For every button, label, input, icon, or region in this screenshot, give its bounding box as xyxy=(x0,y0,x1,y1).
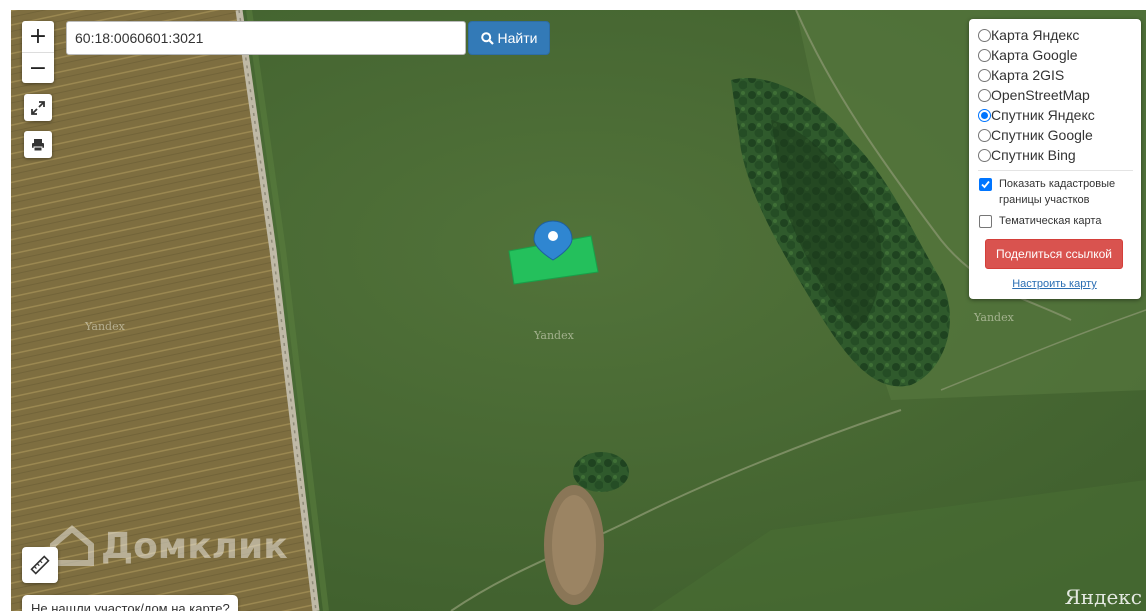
layer-radio[interactable] xyxy=(978,88,991,102)
search-button[interactable]: Найти xyxy=(468,21,550,55)
printer-icon xyxy=(32,138,44,151)
layer-radio[interactable] xyxy=(978,68,991,82)
cadastral-number-input[interactable]: 60:18:0060601:3021 xyxy=(66,21,466,55)
layer-radio[interactable] xyxy=(978,148,991,162)
map-watermark: Yandex xyxy=(974,311,1014,324)
ruler-icon xyxy=(30,555,50,575)
layer-list: Карта Яндекс Карта Google Карта 2GIS OpenSt… xyxy=(978,25,1131,165)
cadastral-borders-label: Показать кадастровые границы участков xyxy=(999,178,1116,206)
layer-label: Спутник Яндекс xyxy=(991,107,1095,123)
search-icon xyxy=(480,31,494,45)
map-watermark: Yandex xyxy=(534,329,574,342)
thematic-map-label: Тематическая карта xyxy=(999,215,1102,227)
checkmark-icon xyxy=(981,180,990,189)
layer-option[interactable]: Спутник Bing xyxy=(978,145,1131,165)
layer-option[interactable]: Карта Google xyxy=(978,45,1131,65)
cadastral-borders-checkbox[interactable] xyxy=(979,178,992,191)
not-found-prompt[interactable]: Не нашли участок/дом на карте? xyxy=(22,595,238,611)
layer-option[interactable]: Карта 2GIS xyxy=(978,65,1131,85)
expand-icon xyxy=(31,100,45,115)
layer-radio[interactable] xyxy=(978,128,991,142)
layer-panel: Карта Яндекс Карта Google Карта 2GIS OpenSt… xyxy=(969,19,1141,299)
thematic-map-option[interactable]: Тематическая карта xyxy=(978,213,1131,229)
divider xyxy=(978,170,1133,171)
zoom-out-button[interactable]: − xyxy=(22,52,54,83)
zoom-control: + − xyxy=(22,21,54,83)
ruler-button[interactable] xyxy=(22,547,58,583)
zoom-in-button[interactable]: + xyxy=(22,21,54,52)
brand-watermark: Домклик xyxy=(49,525,288,567)
layer-option[interactable]: Спутник Google xyxy=(978,125,1131,145)
thematic-map-checkbox[interactable] xyxy=(979,215,992,228)
layer-radio[interactable] xyxy=(978,48,991,62)
cadastral-borders-option[interactable]: Показать кадастровые границы участков xyxy=(978,176,1131,208)
fullscreen-button[interactable] xyxy=(24,94,52,121)
satellite-map[interactable]: Yandex Yandex Yandex Домклик Яндекс + − xyxy=(11,10,1146,611)
layer-option[interactable]: Карта Яндекс xyxy=(978,25,1131,45)
share-link-button[interactable]: Поделиться ссылкой xyxy=(985,239,1123,269)
search-button-label: Найти xyxy=(497,30,538,46)
layer-label: Карта Яндекс xyxy=(991,27,1080,43)
layer-radio[interactable] xyxy=(978,108,991,122)
configure-map-link[interactable]: Настроить карту xyxy=(978,278,1131,290)
layer-label: Карта 2GIS xyxy=(991,67,1065,83)
brand-name: Домклик xyxy=(101,525,288,567)
map-watermark: Yandex xyxy=(85,320,125,333)
layer-option[interactable]: OpenStreetMap xyxy=(978,85,1131,105)
layer-label: Спутник Google xyxy=(991,127,1093,143)
layer-label: Спутник Bing xyxy=(991,147,1076,163)
layer-label: Карта Google xyxy=(991,47,1078,63)
yandex-logo: Яндекс xyxy=(1064,585,1142,609)
layer-option[interactable]: Спутник Яндекс xyxy=(978,105,1131,125)
layer-radio[interactable] xyxy=(978,28,991,42)
layer-label: OpenStreetMap xyxy=(991,87,1090,103)
print-button[interactable] xyxy=(24,131,52,158)
